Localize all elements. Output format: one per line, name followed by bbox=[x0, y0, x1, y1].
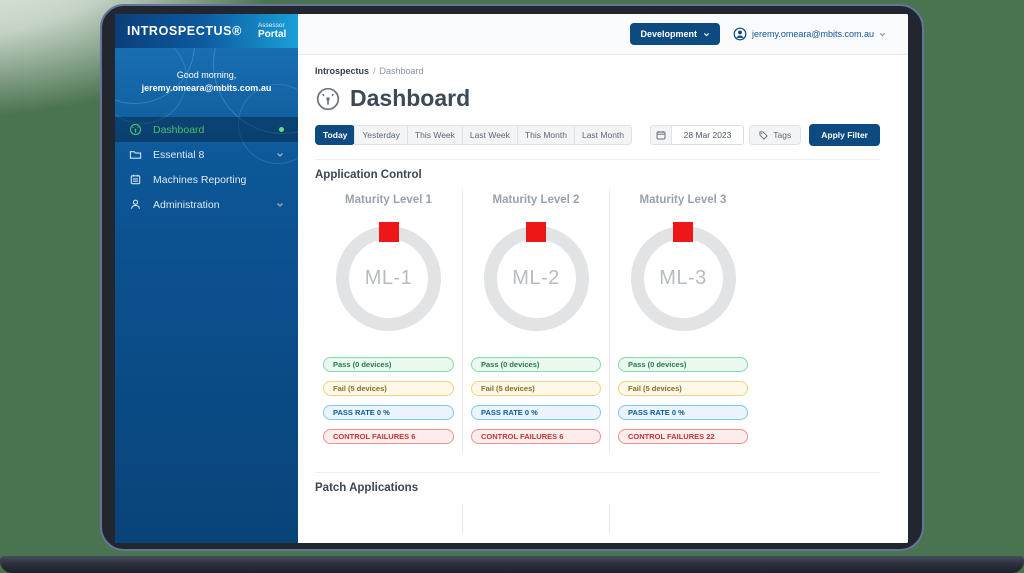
maturity-column-2: Maturity Level 2 ML-2 Pass (0 devices) F… bbox=[462, 189, 609, 453]
tags-button[interactable]: Tags bbox=[749, 125, 801, 145]
chevron-down-icon bbox=[703, 31, 710, 38]
fail-badge: Fail (5 devices) bbox=[618, 381, 748, 396]
gauge-icon bbox=[129, 123, 142, 136]
filter-bar: Today Yesterday This Week Last Week This… bbox=[315, 124, 880, 146]
user-icon bbox=[129, 198, 142, 211]
control-failures-badge: CONTROL FAILURES 6 bbox=[471, 429, 601, 444]
range-button-last-month[interactable]: Last Month bbox=[574, 125, 632, 145]
donut-fail-segment bbox=[379, 222, 399, 242]
section-title: Application Control bbox=[315, 169, 880, 181]
user-email: jeremy.omeara@mbits.com.au bbox=[752, 29, 874, 39]
brand-product: Assessor Portal bbox=[258, 22, 286, 40]
donut-chart-ml3: ML-3 bbox=[631, 226, 736, 331]
stats-pills: Pass (0 devices) Fail (5 devices) PASS R… bbox=[323, 357, 454, 444]
sidebar-item-label: Dashboard bbox=[153, 124, 204, 136]
environment-dropdown-button[interactable]: Development bbox=[630, 23, 720, 45]
date-input[interactable] bbox=[672, 125, 744, 145]
pass-badge: Pass (0 devices) bbox=[323, 357, 454, 372]
stats-pills: Pass (0 devices) Fail (5 devices) PASS R… bbox=[618, 357, 748, 444]
donut-fail-segment bbox=[526, 222, 546, 242]
topbar: Development jeremy.omeara@mbits.com.au bbox=[298, 14, 908, 55]
sidebar-item-machines-reporting[interactable]: Machines Reporting bbox=[115, 167, 298, 192]
pass-badge: Pass (0 devices) bbox=[618, 357, 748, 372]
donut-label: ML-2 bbox=[512, 267, 560, 290]
maturity-heading: Maturity Level 2 bbox=[471, 194, 601, 206]
sidebar-item-essential8[interactable]: Essential 8 bbox=[115, 142, 298, 167]
user-menu[interactable]: jeremy.omeara@mbits.com.au bbox=[733, 27, 886, 41]
gauge-icon bbox=[315, 86, 341, 112]
title-row: Dashboard bbox=[315, 85, 880, 112]
greeting: Good morning, jeremy.omeara@mbits.com.au bbox=[115, 70, 298, 93]
chevron-down-icon bbox=[276, 151, 284, 159]
sidebar-nav: Dashboard Essential 8 Machines Reporting bbox=[115, 117, 298, 217]
sidebar-item-label: Essential 8 bbox=[153, 149, 204, 161]
user-avatar-icon bbox=[733, 27, 747, 41]
breadcrumb-current: Dashboard bbox=[380, 66, 424, 76]
patch-grid-stub bbox=[315, 504, 756, 534]
calendar-icon-button[interactable] bbox=[650, 125, 672, 145]
control-failures-badge: CONTROL FAILURES 6 bbox=[323, 429, 454, 444]
brand-logo: INTROSPECTUS® bbox=[127, 24, 242, 38]
pass-rate-badge: PASS RATE 0 % bbox=[471, 405, 601, 420]
chevron-down-icon bbox=[276, 201, 284, 209]
fail-badge: Fail (5 devices) bbox=[471, 381, 601, 396]
apply-filter-button[interactable]: Apply Filter bbox=[809, 124, 880, 146]
brand-header[interactable]: INTROSPECTUS® Assessor Portal bbox=[115, 14, 298, 48]
fail-badge: Fail (5 devices) bbox=[323, 381, 454, 396]
breadcrumb: Introspectus / Dashboard bbox=[315, 66, 880, 76]
greeting-line: Good morning, bbox=[115, 70, 298, 80]
folder-icon bbox=[129, 148, 142, 161]
pass-rate-badge: PASS RATE 0 % bbox=[323, 405, 454, 420]
calendar-icon bbox=[656, 130, 666, 140]
maturity-column-3: Maturity Level 3 ML-3 Pass (0 devices) F… bbox=[609, 189, 756, 453]
range-button-last-week[interactable]: Last Week bbox=[462, 125, 518, 145]
maturity-heading: Maturity Level 3 bbox=[618, 194, 748, 206]
range-button-this-month[interactable]: This Month bbox=[517, 125, 575, 145]
range-button-this-week[interactable]: This Week bbox=[407, 125, 463, 145]
active-indicator-dot bbox=[279, 127, 284, 132]
control-failures-badge: CONTROL FAILURES 22 bbox=[618, 429, 748, 444]
brand-product-line2: Portal bbox=[258, 29, 286, 40]
greeting-email: jeremy.omeara@mbits.com.au bbox=[115, 83, 298, 93]
breadcrumb-root[interactable]: Introspectus bbox=[315, 66, 369, 76]
section-application-control: Application Control Maturity Level 1 ML-… bbox=[315, 159, 880, 453]
sidebar: INTROSPECTUS® Assessor Portal Good morni… bbox=[115, 14, 298, 543]
main-area: Development jeremy.omeara@mbits.com.au I… bbox=[298, 14, 908, 543]
environment-label: Development bbox=[640, 29, 697, 39]
date-range-group: Today Yesterday This Week Last Week This… bbox=[315, 125, 632, 145]
clipboard-icon bbox=[129, 173, 142, 186]
sidebar-item-administration[interactable]: Administration bbox=[115, 192, 298, 217]
range-button-today[interactable]: Today bbox=[315, 125, 355, 145]
sidebar-item-label: Administration bbox=[153, 199, 220, 211]
maturity-column-1: Maturity Level 1 ML-1 Pass (0 devices) F… bbox=[315, 189, 462, 453]
section-patch-applications: Patch Applications bbox=[315, 472, 880, 534]
donut-label: ML-3 bbox=[659, 267, 707, 290]
sidebar-item-label: Machines Reporting bbox=[153, 174, 246, 186]
brand-product-line1: Assessor bbox=[258, 22, 286, 29]
donut-chart-ml1: ML-1 bbox=[336, 226, 441, 331]
donut-chart-ml2: ML-2 bbox=[484, 226, 589, 331]
section-title: Patch Applications bbox=[315, 482, 880, 494]
laptop-base bbox=[0, 556, 1024, 573]
chevron-down-icon bbox=[879, 31, 886, 38]
maturity-grid: Maturity Level 1 ML-1 Pass (0 devices) F… bbox=[315, 189, 756, 453]
stats-pills: Pass (0 devices) Fail (5 devices) PASS R… bbox=[471, 357, 601, 444]
maturity-heading: Maturity Level 1 bbox=[323, 194, 454, 206]
sidebar-item-dashboard[interactable]: Dashboard bbox=[115, 117, 298, 142]
donut-fail-segment bbox=[673, 222, 693, 242]
page-content: Introspectus / Dashboard Dashboard Today… bbox=[298, 55, 908, 543]
tags-label: Tags bbox=[773, 130, 791, 140]
pass-badge: Pass (0 devices) bbox=[471, 357, 601, 372]
page-title: Dashboard bbox=[350, 85, 470, 112]
date-picker bbox=[650, 125, 744, 145]
range-button-yesterday[interactable]: Yesterday bbox=[354, 125, 408, 145]
screen: INTROSPECTUS® Assessor Portal Good morni… bbox=[115, 14, 908, 543]
pass-rate-badge: PASS RATE 0 % bbox=[618, 405, 748, 420]
donut-label: ML-1 bbox=[365, 267, 413, 290]
breadcrumb-separator: / bbox=[373, 66, 376, 76]
tag-icon bbox=[759, 131, 768, 140]
